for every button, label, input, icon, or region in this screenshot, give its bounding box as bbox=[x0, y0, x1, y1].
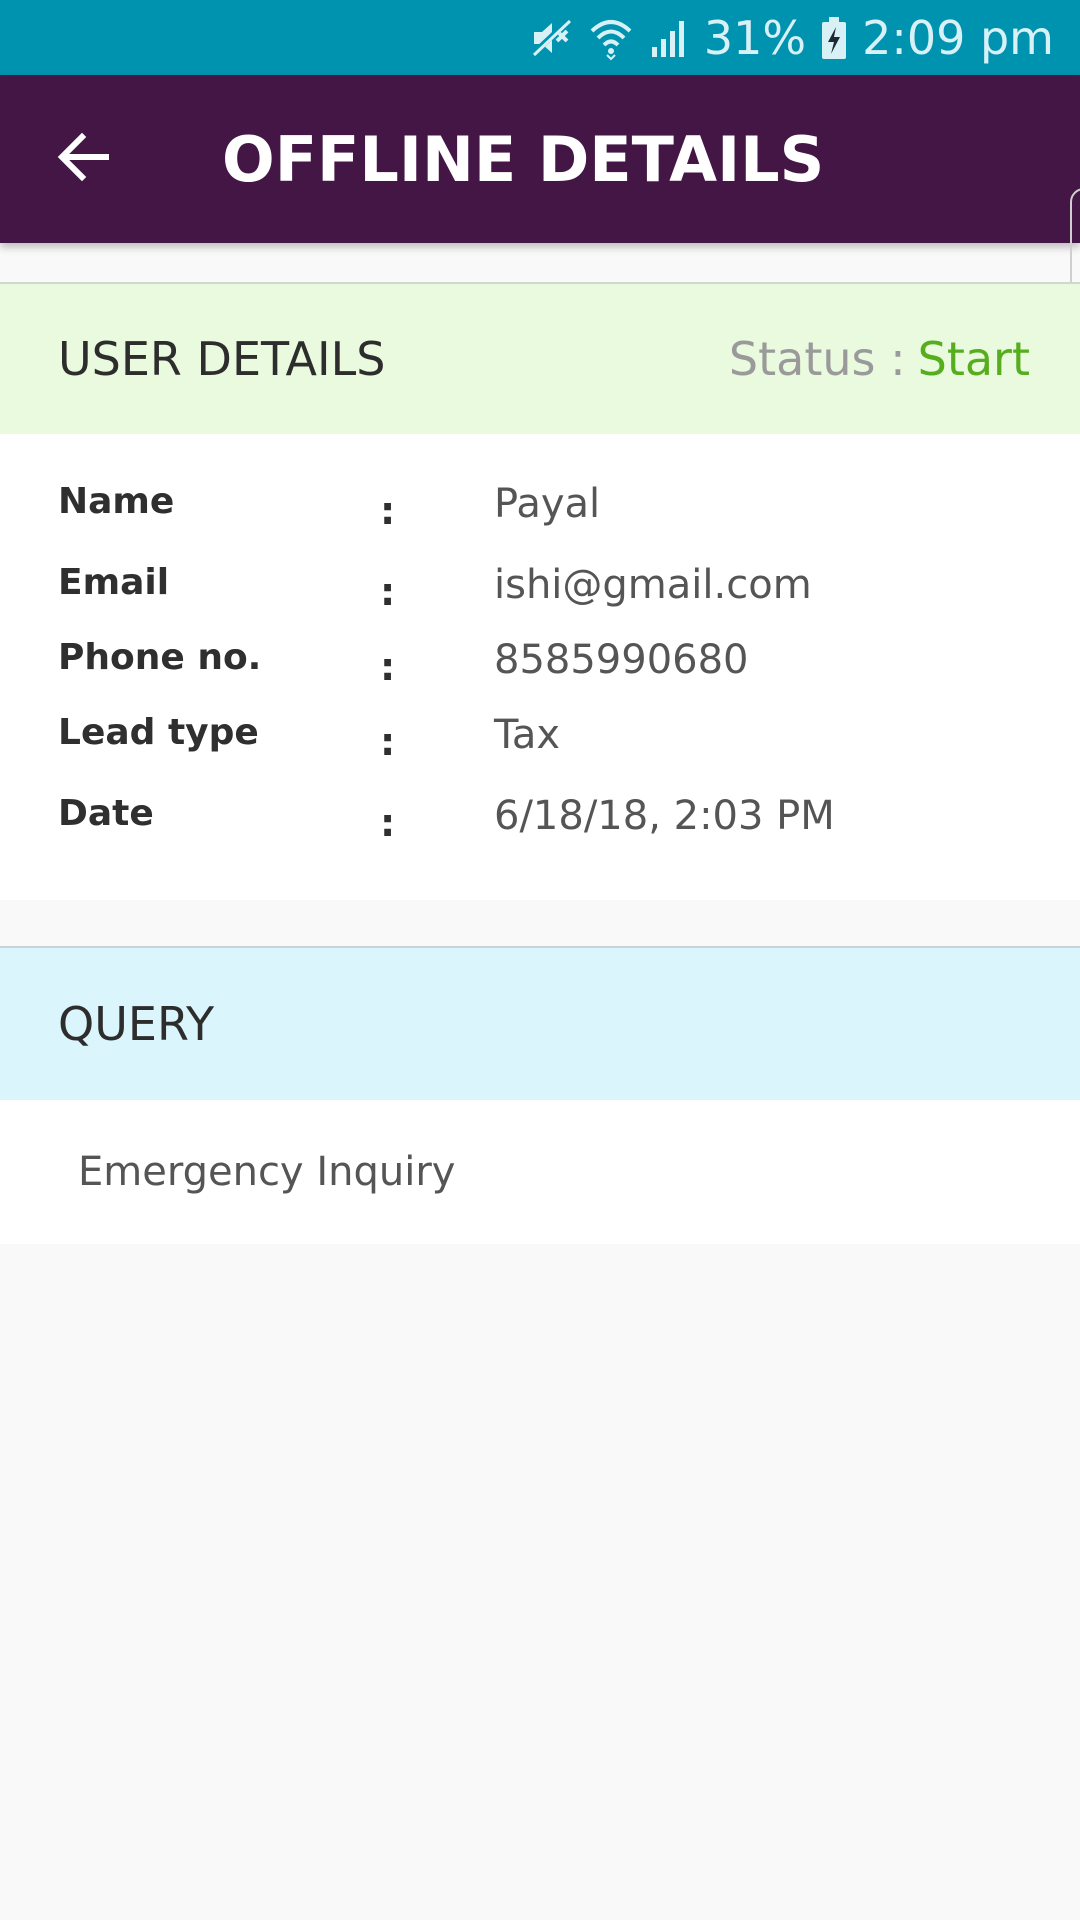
back-button[interactable] bbox=[40, 119, 126, 199]
clock: 2:09 pm bbox=[862, 10, 1054, 65]
app-bar: OFFLINE DETAILS bbox=[0, 75, 1080, 243]
detail-colon: : bbox=[380, 489, 396, 533]
detail-label: Date bbox=[58, 793, 154, 834]
detail-label: Email bbox=[58, 562, 170, 603]
query-text: Emergency Inquiry bbox=[78, 1149, 456, 1195]
battery-charging-icon bbox=[820, 15, 848, 61]
mute-icon bbox=[528, 15, 574, 61]
status-bar-icons: 31% 2:09 pm bbox=[528, 0, 1054, 75]
detail-label: Phone no. bbox=[58, 637, 262, 678]
signal-icon bbox=[648, 17, 690, 59]
status-bar: 31% 2:09 pm bbox=[0, 0, 1080, 75]
detail-colon: : bbox=[380, 570, 396, 614]
detail-value: 6/18/18, 2:03 PM bbox=[494, 793, 835, 839]
detail-label: Name bbox=[58, 481, 175, 522]
detail-value: 8585990680 bbox=[494, 637, 749, 683]
detail-value: ishi@gmail.com bbox=[494, 562, 812, 608]
query-header: QUERY bbox=[0, 946, 1080, 1100]
detail-colon: : bbox=[380, 720, 396, 764]
user-details-title: USER DETAILS bbox=[58, 332, 386, 386]
user-details-panel: Name : Payal Email : ishi@gmail.com Phon… bbox=[0, 434, 1080, 900]
status-indicator: Status : Start bbox=[729, 284, 1030, 434]
query-body: Emergency Inquiry bbox=[0, 1100, 1080, 1244]
detail-colon: : bbox=[380, 645, 396, 689]
detail-row-lead-type: Lead type : Tax bbox=[0, 712, 1080, 772]
user-details-header: USER DETAILS Status : Start bbox=[0, 282, 1080, 434]
query-title: QUERY bbox=[58, 997, 215, 1051]
detail-value: Tax bbox=[494, 712, 560, 758]
wifi-icon bbox=[588, 15, 634, 61]
status-label: Status : bbox=[728, 332, 906, 386]
detail-row-name: Name : Payal bbox=[0, 481, 1080, 541]
detail-row-date: Date : 6/18/18, 2:03 PM bbox=[0, 793, 1080, 853]
page-title: OFFLINE DETAILS bbox=[222, 122, 825, 196]
detail-colon: : bbox=[380, 801, 396, 845]
arrow-back-icon bbox=[56, 132, 110, 187]
status-value: Start bbox=[917, 332, 1030, 386]
detail-label: Lead type bbox=[58, 712, 259, 753]
detail-row-email: Email : ishi@gmail.com bbox=[0, 562, 1080, 622]
detail-value: Payal bbox=[494, 481, 601, 527]
detail-row-phone: Phone no. : 8585990680 bbox=[0, 637, 1080, 697]
battery-percent: 31% bbox=[703, 10, 807, 65]
